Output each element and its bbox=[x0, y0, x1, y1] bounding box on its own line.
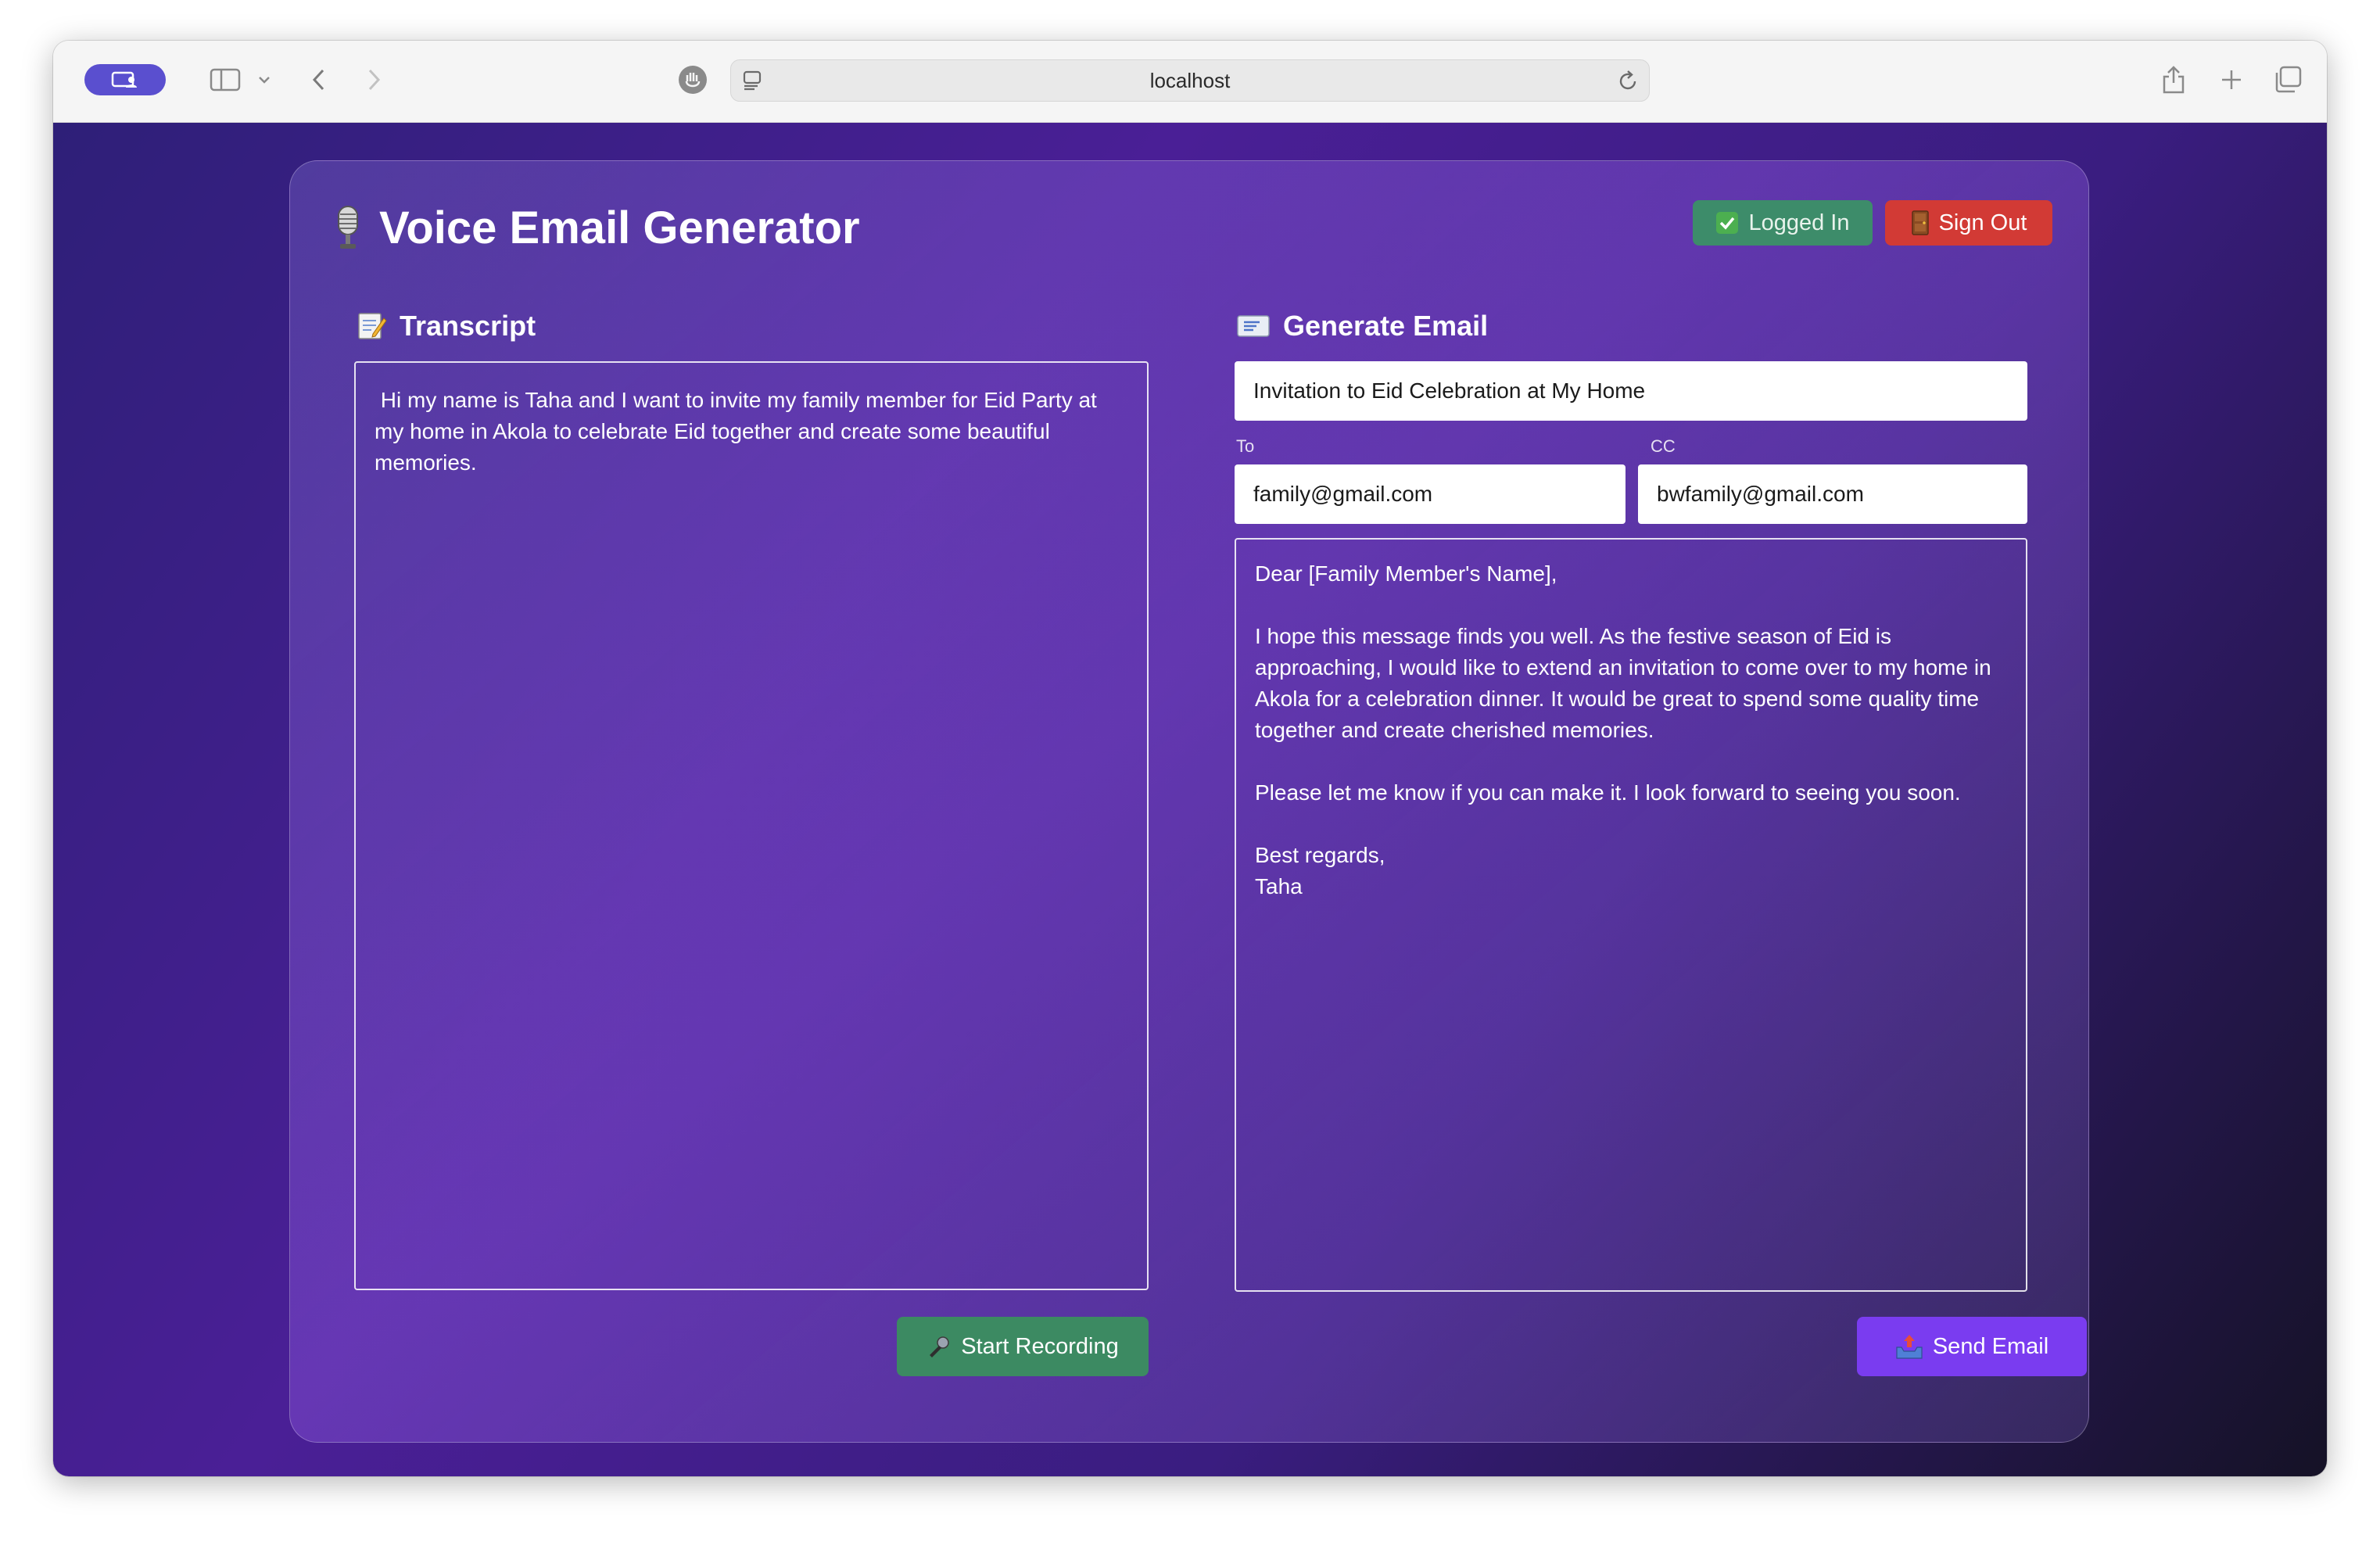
sign-out-button[interactable]: Sign Out bbox=[1885, 200, 2052, 246]
browser-window: localhost Voice Email Generator Logged I… bbox=[53, 41, 2327, 1476]
send-email-label: Send Email bbox=[1932, 1333, 2049, 1359]
microphone-icon bbox=[927, 1334, 952, 1359]
tab-overview-icon[interactable] bbox=[2271, 63, 2305, 97]
reload-icon[interactable] bbox=[1616, 70, 1640, 97]
logged-in-button[interactable]: Logged In bbox=[1693, 200, 1873, 246]
studio-microphone-icon bbox=[338, 205, 358, 249]
start-recording-label: Start Recording bbox=[961, 1333, 1119, 1359]
new-tab-icon[interactable] bbox=[2216, 63, 2247, 97]
sign-out-label: Sign Out bbox=[1938, 210, 2027, 235]
to-label: To bbox=[1236, 436, 1255, 456]
generate-email-heading: Generate Email bbox=[1236, 310, 1488, 342]
url-text: localhost bbox=[1149, 68, 1231, 92]
subject-input[interactable]: Invitation to Eid Celebration at My Home bbox=[1235, 361, 2027, 421]
page-title: Voice Email Generator bbox=[334, 202, 860, 254]
outbox-tray-icon bbox=[1895, 1333, 1923, 1360]
logged-in-label: Logged In bbox=[1748, 210, 1850, 235]
email-paragraph: Please let me know if you can make it. I… bbox=[1255, 780, 1961, 805]
to-input[interactable]: family@gmail.com bbox=[1235, 464, 1625, 524]
email-signoff: Best regards, bbox=[1255, 843, 1385, 867]
start-recording-button[interactable]: Start Recording bbox=[897, 1317, 1149, 1376]
memo-icon bbox=[356, 310, 387, 342]
transcript-heading: Transcript bbox=[356, 310, 536, 342]
email-body-textarea[interactable]: Dear [Family Member's Name], I hope this… bbox=[1235, 538, 2027, 1292]
address-bar[interactable]: localhost bbox=[730, 59, 1650, 102]
door-icon bbox=[1911, 210, 1930, 236]
profile-icon bbox=[111, 71, 137, 88]
share-icon[interactable] bbox=[2158, 63, 2189, 97]
sidebar-toggle-icon[interactable] bbox=[206, 63, 244, 97]
transcript-heading-label: Transcript bbox=[400, 310, 536, 342]
browser-toolbar: localhost bbox=[53, 41, 2327, 123]
email-greeting: Dear [Family Member's Name], bbox=[1255, 561, 1557, 586]
app-card: Voice Email Generator Logged In Sign Out… bbox=[289, 160, 2089, 1443]
generate-email-heading-label: Generate Email bbox=[1283, 310, 1489, 342]
cc-label: CC bbox=[1651, 436, 1676, 456]
email-paragraph: I hope this message finds you well. As t… bbox=[1255, 624, 1991, 742]
check-mark-icon bbox=[1715, 211, 1739, 235]
transcript-textarea[interactable]: Hi my name is Taha and I want to invite … bbox=[354, 361, 1149, 1290]
send-email-button[interactable]: Send Email bbox=[1857, 1317, 2087, 1376]
email-signature: Taha bbox=[1255, 874, 1303, 898]
cc-input[interactable]: bwfamily@gmail.com bbox=[1638, 464, 2027, 524]
envelope-icon bbox=[1236, 313, 1271, 339]
back-icon[interactable] bbox=[303, 63, 335, 97]
profile-button[interactable] bbox=[84, 64, 166, 95]
page-background: Voice Email Generator Logged In Sign Out… bbox=[53, 123, 2327, 1476]
app-title: Voice Email Generator bbox=[379, 203, 860, 253]
chevron-down-icon[interactable] bbox=[255, 63, 274, 97]
forward-icon[interactable] bbox=[358, 63, 389, 97]
privacy-shield-icon[interactable] bbox=[676, 63, 710, 97]
